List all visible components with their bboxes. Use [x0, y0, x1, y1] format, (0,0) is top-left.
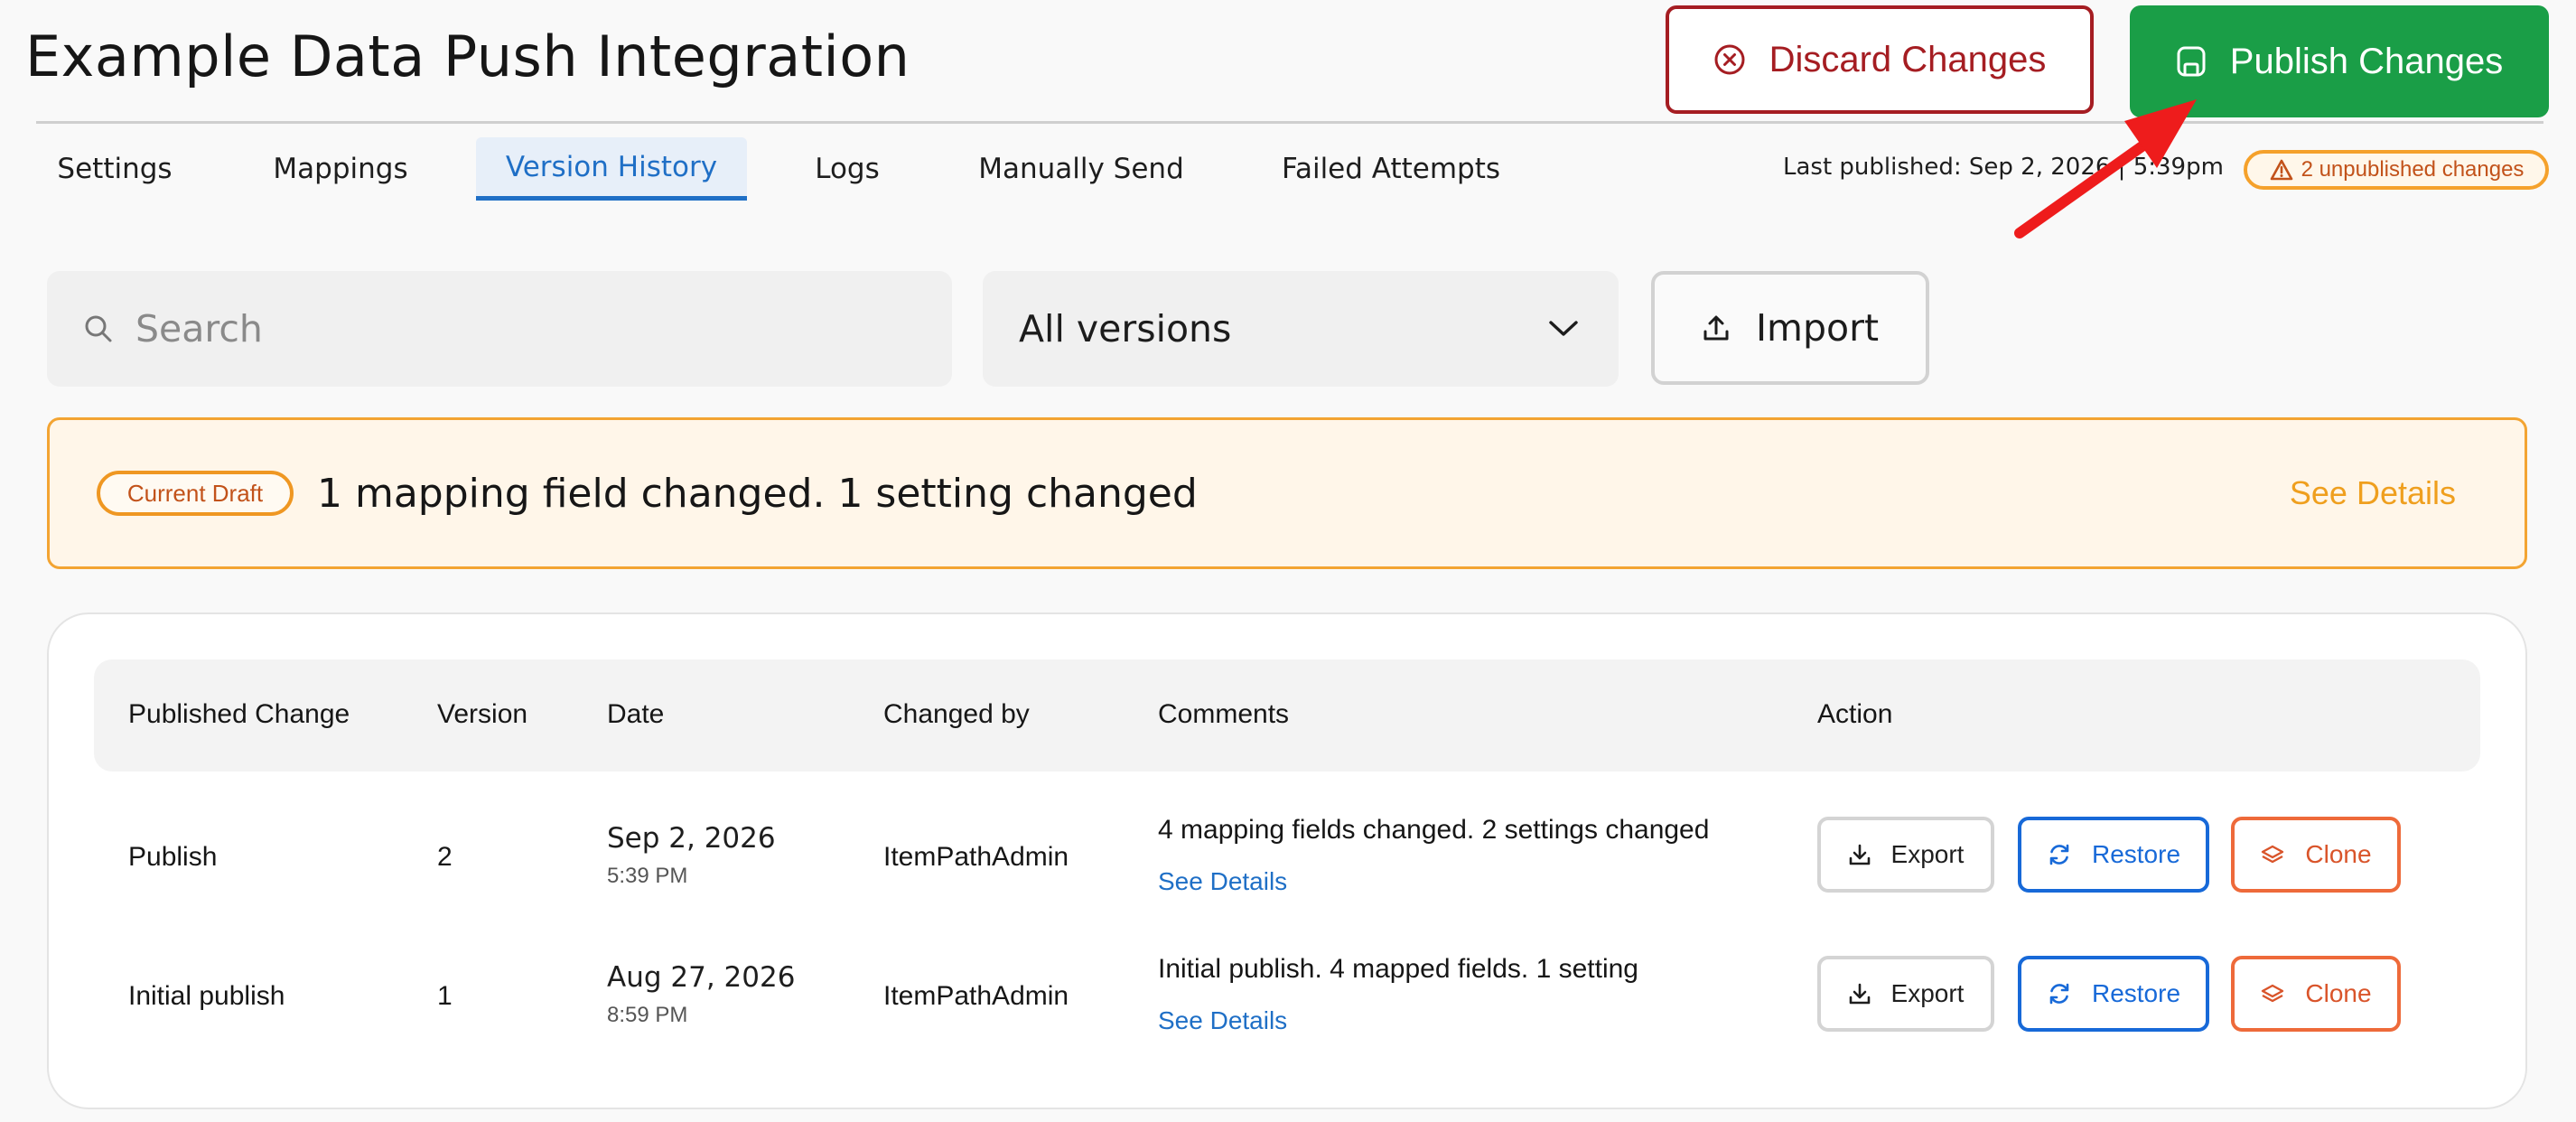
clone-button[interactable]: Clone: [2231, 817, 2401, 893]
export-button[interactable]: Export: [1817, 956, 1994, 1032]
row-change: Publish: [128, 842, 218, 872]
restore-label: Restore: [2091, 979, 2181, 1007]
header-version: Version: [437, 699, 528, 729]
row-date: Sep 2, 2026: [607, 822, 776, 855]
unpublished-changes-label: 2 unpublished changes: [2301, 157, 2525, 182]
row-comment: Initial publish. 4 mapped fields. 1 sett…: [1158, 954, 1638, 984]
row-version: 2: [437, 842, 453, 872]
export-label: Export: [1890, 979, 1965, 1007]
export-button[interactable]: Export: [1817, 817, 1994, 893]
download-icon: [1848, 843, 1871, 866]
download-icon: [1848, 982, 1871, 1005]
clone-button[interactable]: Clone: [2231, 956, 2401, 1032]
tab-manually-send[interactable]: Manually Send: [966, 137, 1196, 201]
x-circle-icon: [1713, 43, 1746, 76]
table-header: Published Change Version Date Changed by…: [94, 659, 2480, 771]
import-button[interactable]: Import: [1651, 271, 1929, 385]
refresh-icon: [2047, 981, 2072, 1006]
publish-changes-label: Publish Changes: [2229, 41, 2504, 81]
tab-mappings[interactable]: Mappings: [257, 137, 425, 201]
row-see-details-link[interactable]: See Details: [1158, 1006, 1287, 1035]
search-icon: [83, 313, 114, 344]
header-published-change: Published Change: [128, 699, 350, 729]
row-see-details-link[interactable]: See Details: [1158, 867, 1287, 896]
draft-see-details-link[interactable]: See Details: [2290, 474, 2456, 512]
tab-version-history[interactable]: Version History: [476, 137, 747, 201]
restore-button[interactable]: Restore: [2018, 956, 2209, 1032]
search-input[interactable]: [134, 306, 932, 351]
draft-summary: 1 mapping field changed. 1 setting chang…: [317, 471, 1198, 517]
clone-label: Clone: [2305, 979, 2372, 1007]
search-box: [47, 271, 952, 387]
version-filter-select[interactable]: All versions: [983, 271, 1619, 387]
refresh-icon: [2047, 842, 2072, 867]
current-draft-badge: Current Draft: [97, 471, 294, 516]
export-label: Export: [1890, 840, 1965, 868]
page-title: Example Data Push Integration: [25, 23, 910, 89]
layers-icon: [2260, 844, 2285, 865]
layers-icon: [2260, 983, 2285, 1005]
tab-logs[interactable]: Logs: [795, 137, 900, 201]
row-time: 8:59 PM: [607, 1003, 688, 1027]
header-changed-by: Changed by: [883, 699, 1030, 729]
restore-button[interactable]: Restore: [2018, 817, 2209, 893]
warning-triangle-icon: [2269, 158, 2294, 182]
header-date: Date: [607, 699, 665, 729]
restore-label: Restore: [2091, 840, 2181, 868]
version-history-table: Published Change Version Date Changed by…: [47, 612, 2527, 1109]
discard-changes-label: Discard Changes: [1769, 39, 2047, 79]
upload-icon: [1702, 313, 1731, 342]
tab-settings[interactable]: Settings: [38, 137, 191, 201]
chevron-down-icon: [1548, 320, 1579, 338]
row-time: 5:39 PM: [607, 864, 688, 888]
current-draft-banner: Current Draft 1 mapping field changed. 1…: [47, 417, 2527, 569]
unpublished-changes-badge[interactable]: 2 unpublished changes: [2244, 150, 2549, 190]
import-label: Import: [1755, 306, 1880, 350]
header-action: Action: [1817, 699, 1893, 729]
save-icon: [2176, 45, 2207, 78]
row-comment: 4 mapping fields changed. 2 settings cha…: [1158, 815, 1710, 845]
red-arrow-icon: [2005, 85, 2222, 248]
row-changed-by: ItemPathAdmin: [883, 842, 1069, 872]
row-changed-by: ItemPathAdmin: [883, 981, 1069, 1011]
row-change: Initial publish: [128, 981, 285, 1011]
tab-failed-attempts[interactable]: Failed Attempts: [1265, 137, 1517, 201]
header-comments: Comments: [1158, 699, 1290, 729]
row-date: Aug 27, 2026: [607, 961, 796, 994]
clone-label: Clone: [2305, 840, 2372, 868]
version-filter-value: All versions: [1019, 307, 1232, 351]
row-version: 1: [437, 981, 453, 1011]
